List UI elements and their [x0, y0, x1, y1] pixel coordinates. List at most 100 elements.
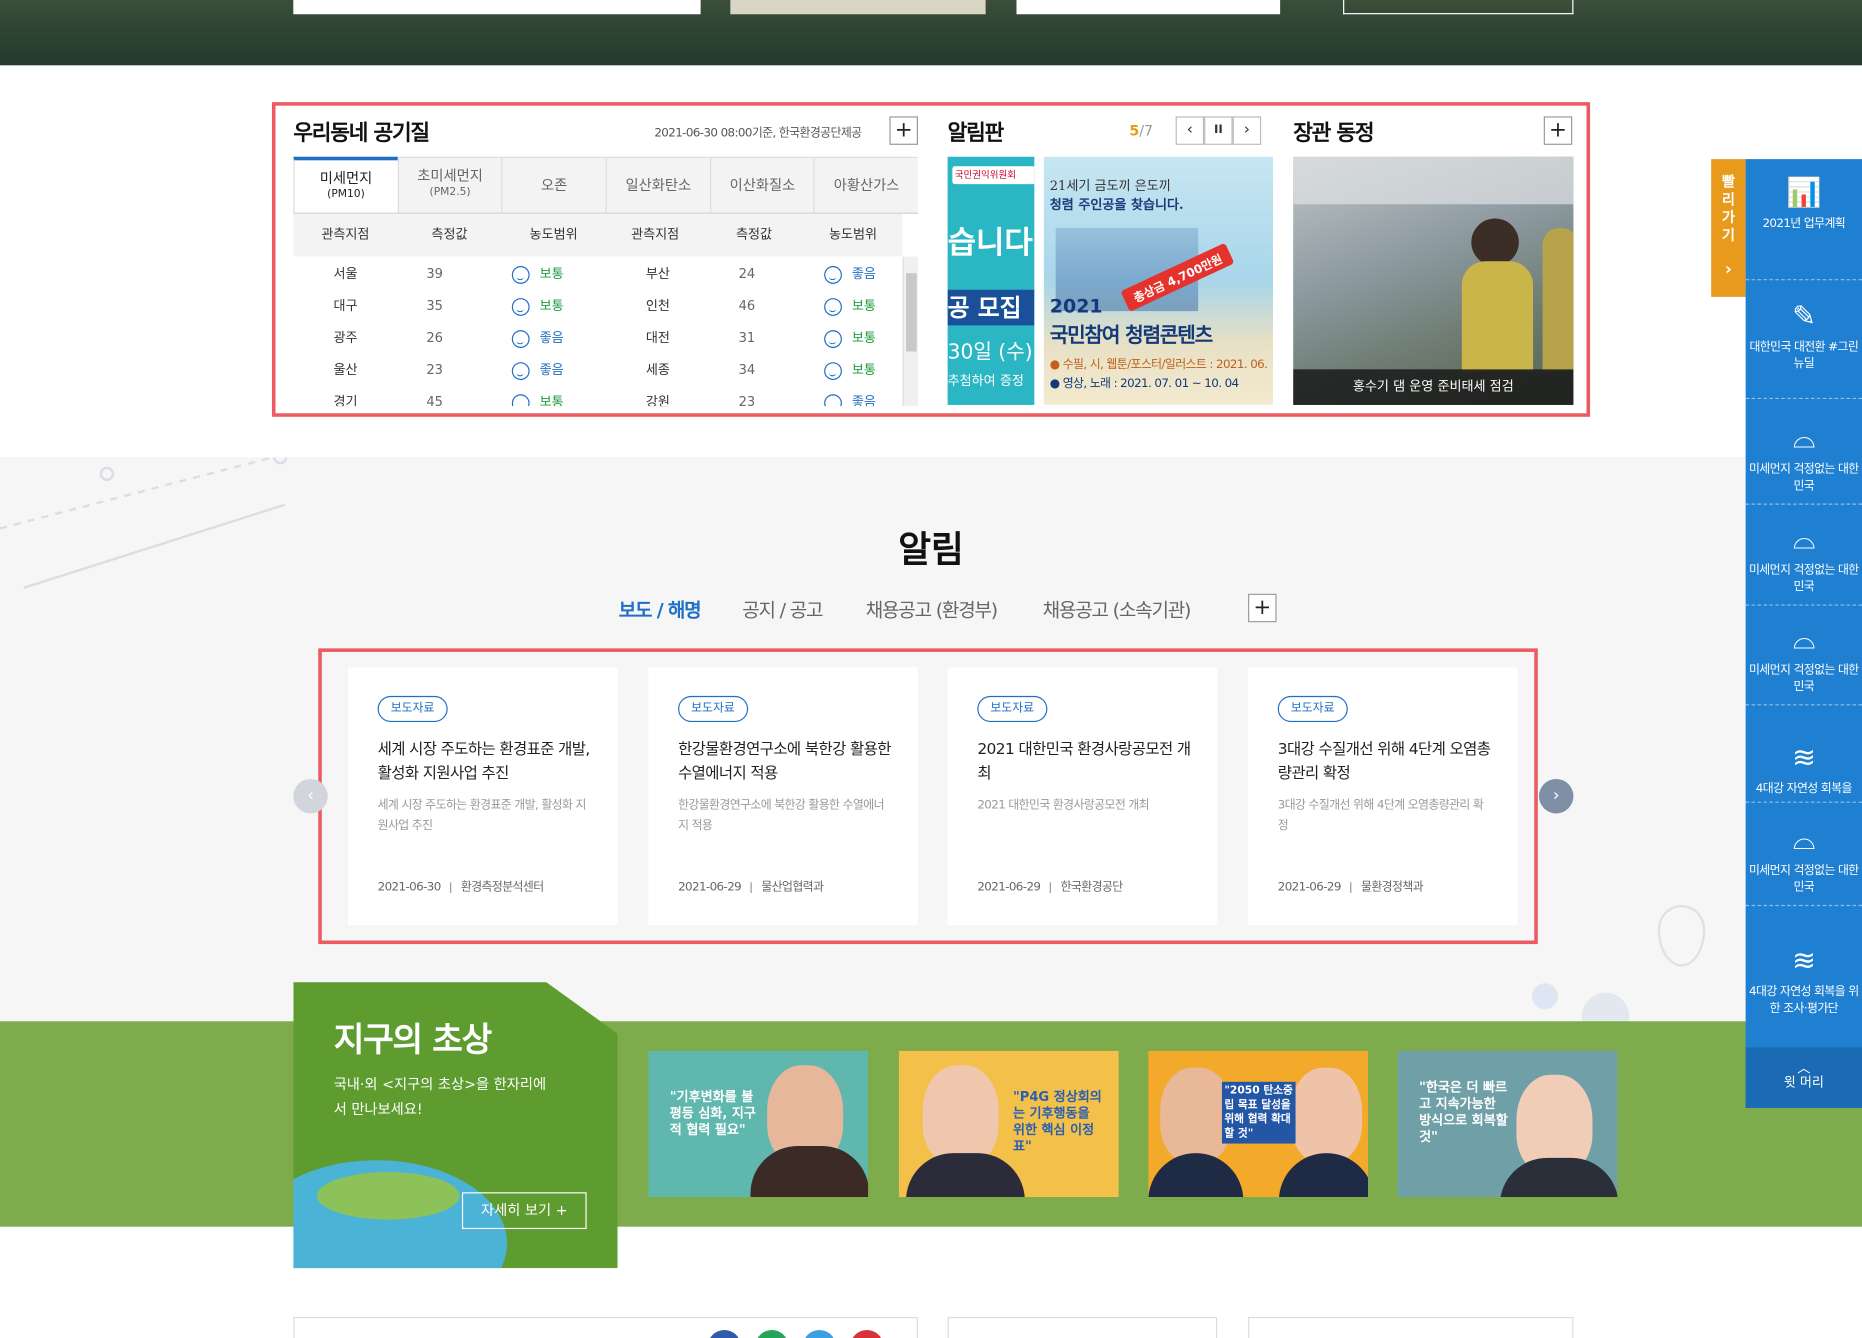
chevron-right-icon: › [1724, 260, 1732, 280]
smile-icon [512, 329, 531, 348]
page-current: 5 [1129, 122, 1140, 139]
news-card[interactable]: 보도자료 한강물환경연구소에 북한강 활용한 수열에너지 적용 한강물환경연구소… [648, 667, 918, 926]
level: 보통 [784, 322, 903, 354]
portrait-card[interactable]: "2050 탄소중립 목표 달성을 위해 협력 확대할 것" [1148, 1050, 1368, 1197]
quick-item-rivers[interactable]: ≋ 4대강 자연성 회복을 [1745, 741, 1862, 803]
column-header: 관측지점 [321, 226, 370, 243]
quick-menu-handle[interactable]: 빨리가기 › [1711, 159, 1746, 297]
earth-more-button[interactable]: 자세히 보기 + [461, 1192, 587, 1230]
quick-label: 2021년 업무계획 [1762, 217, 1846, 231]
quick-item-dust[interactable]: ⌓ 미세먼지 걱정없는 대한민국 [1745, 622, 1862, 706]
alarm-more-button[interactable]: + [1248, 593, 1277, 623]
hero-panel-outline[interactable] [1343, 0, 1574, 15]
smile-icon [824, 361, 843, 380]
quick-label: 4대강 자연성 회복을 위한 조사·평가단 [1749, 985, 1859, 1016]
portrait-card[interactable]: "한국은 더 빠르고 지속가능한 방식으로 회복할 것" [1397, 1050, 1618, 1197]
value: 23 [426, 362, 443, 378]
value: 26 [426, 330, 443, 346]
card-meta: 2021-06-29 물산업협력과 [678, 876, 824, 895]
table-row: 대구 35 보통 [293, 290, 604, 322]
level-text: 좋음 [851, 394, 876, 407]
portrait-card[interactable]: "P4G 정상회의는 기후행동을 위한 핵심 이정표" [898, 1050, 1119, 1197]
minister-photo[interactable]: 홍수기 댐 운영 준비태세 점검 [1293, 156, 1574, 405]
quick-item-dust[interactable]: ⌓ 미세먼지 걱정없는 대한민국 [1745, 523, 1862, 606]
chevron-left-icon[interactable]: ‹ [293, 779, 328, 814]
hero-banner [0, 0, 1862, 66]
notice-banner-1[interactable]: 국민권익위원회 습니다! 공 모집 30일 (수) 추첨하여 증정 [947, 156, 1035, 405]
notice-banner-2[interactable]: 21세기 금도끼 은도끼 청렴 주인공을 찾습니다. 총상금 4,700만원 2… [1043, 156, 1273, 405]
quick-item-rivers[interactable]: ≋ 4대강 자연성 회복을 위한 조사·평가단 [1746, 944, 1862, 1037]
tab-ozone[interactable]: 오존 [501, 157, 606, 213]
portrait-card[interactable]: "기후변화를 불평등 심화, 지구적 협력 필요" [648, 1050, 869, 1197]
level-text: 보통 [539, 394, 564, 407]
site: 울산 [333, 362, 358, 378]
card-meta: 2021-06-30 환경측정분석센터 [378, 876, 545, 895]
card-dept: 물산업협력과 [761, 881, 824, 895]
air-table-scrollbar[interactable] [902, 256, 918, 407]
portrait-shoulders [1499, 1157, 1618, 1197]
hero-panel [730, 0, 986, 15]
minister-more-button[interactable]: + [1543, 116, 1573, 145]
table-row: 대전 31 보통 [606, 322, 903, 354]
banner-detail: ● 영상, 노래 : 2021. 07. 01 ~ 10. 04 [1049, 377, 1239, 391]
card-dept: 물환경정책과 [1361, 881, 1424, 895]
card-title: 3대강 수질개선 위해 4단계 오염총량관리 확정 [1277, 741, 1491, 783]
tab-recruit-agency[interactable]: 채용공고 (소속기관) [1043, 594, 1192, 623]
portrait-shoulders [1148, 1153, 1244, 1197]
portrait-shoulders [906, 1153, 1025, 1197]
level-text: 보통 [539, 266, 564, 282]
prev-button[interactable]: ‹ [1175, 116, 1205, 145]
person-body [1461, 261, 1534, 371]
page-total: /7 [1139, 122, 1154, 139]
earth-desc: 국내·외 <지구의 초상>을 한자리에서 만나보세요! [333, 1075, 547, 1118]
tab-notice[interactable]: 공지 / 공고 [742, 594, 823, 623]
news-card[interactable]: 보도자료 3대강 수질개선 위해 4단계 오염총량관리 확정 3대강 수질개선 … [1248, 667, 1518, 926]
news-card[interactable]: 보도자료 세계 시장 주도하는 환경표준 개발, 활성화 지원사업 추진 세계 … [347, 667, 618, 926]
card-desc: 3대강 수질개선 위해 4단계 오염총량관리 확정 [1277, 799, 1484, 833]
quick-item-plan[interactable]: 📊 2021년 업무계획 [1745, 176, 1862, 281]
tab-pm10[interactable]: 미세먼지 (PM10) [293, 156, 398, 213]
tab-label: 아황산가스 [833, 176, 900, 194]
news-card[interactable]: 보도자료 2021 대한민국 환경사랑공모전 개최 2021 대한민국 환경사랑… [947, 667, 1218, 926]
portrait-shoulders [1278, 1153, 1368, 1197]
quick-item-dust[interactable]: ⌓ 미세먼지 걱정없는 대한민국 [1745, 823, 1862, 907]
column-header: 측정값 [431, 226, 468, 243]
quick-item-dust[interactable]: ⌓ 미세먼지 걱정없는 대한민국 [1745, 422, 1862, 505]
card-date: 2021-06-29 [1277, 881, 1342, 895]
scroll-top-button[interactable]: ︿ 윗 머리 [1745, 1047, 1862, 1108]
portrait-face [922, 1065, 999, 1165]
card-meta: 2021-06-29 물환경정책과 [1277, 876, 1424, 895]
table-row: 광주 26 좋음 [293, 322, 604, 354]
tab-sub: (PM10) [327, 188, 365, 201]
quick-label: 미세먼지 걱정없는 대한민국 [1748, 864, 1859, 895]
scrollbar-thumb[interactable] [906, 273, 917, 352]
tab-press[interactable]: 보도 / 해명 [619, 594, 702, 623]
top-label: 윗 머리 [1783, 1074, 1824, 1091]
tab-recruit-me[interactable]: 채용공고 (환경부) [866, 594, 999, 623]
card-desc: 2021 대한민국 환경사랑공모전 개최 [977, 799, 1150, 813]
tab-no2[interactable]: 이산화질소 [709, 157, 814, 213]
hero-panel [293, 0, 701, 15]
quick-item-green-new-deal[interactable]: ✎ 대한민국 대전환 #그린뉴딜 [1745, 299, 1862, 399]
next-button[interactable]: › [1232, 116, 1262, 145]
tab-co[interactable]: 일산화탄소 [605, 157, 710, 213]
tab-pm25[interactable]: 초미세먼지 (PM2.5) [397, 157, 502, 213]
water-icon: ≋ [1792, 944, 1816, 978]
site: 부산 [645, 266, 670, 282]
card-dept: 환경측정분석센터 [460, 881, 544, 895]
decor-lines [0, 457, 288, 589]
banner-year: 2021 [1049, 294, 1103, 318]
quick-label: 4대강 자연성 회복을 [1755, 782, 1853, 796]
table-row: 경기 45 보통 [293, 386, 604, 407]
banner-text: 30일 (수) [947, 340, 1033, 365]
air-quality-more-button[interactable]: + [889, 116, 918, 145]
banner-text: 21세기 금도끼 은도끼 [1049, 178, 1171, 194]
table-row: 강원 23 좋음 [606, 386, 903, 407]
table-row: 부산 24 좋음 [606, 258, 903, 290]
tab-so2[interactable]: 아황산가스 [813, 157, 918, 213]
chevron-right-icon[interactable]: › [1539, 779, 1574, 814]
level: 보통 [784, 354, 903, 386]
pause-button[interactable]: II [1204, 116, 1233, 145]
card-badge: 보도자료 [377, 695, 448, 722]
smile-icon [512, 361, 531, 380]
